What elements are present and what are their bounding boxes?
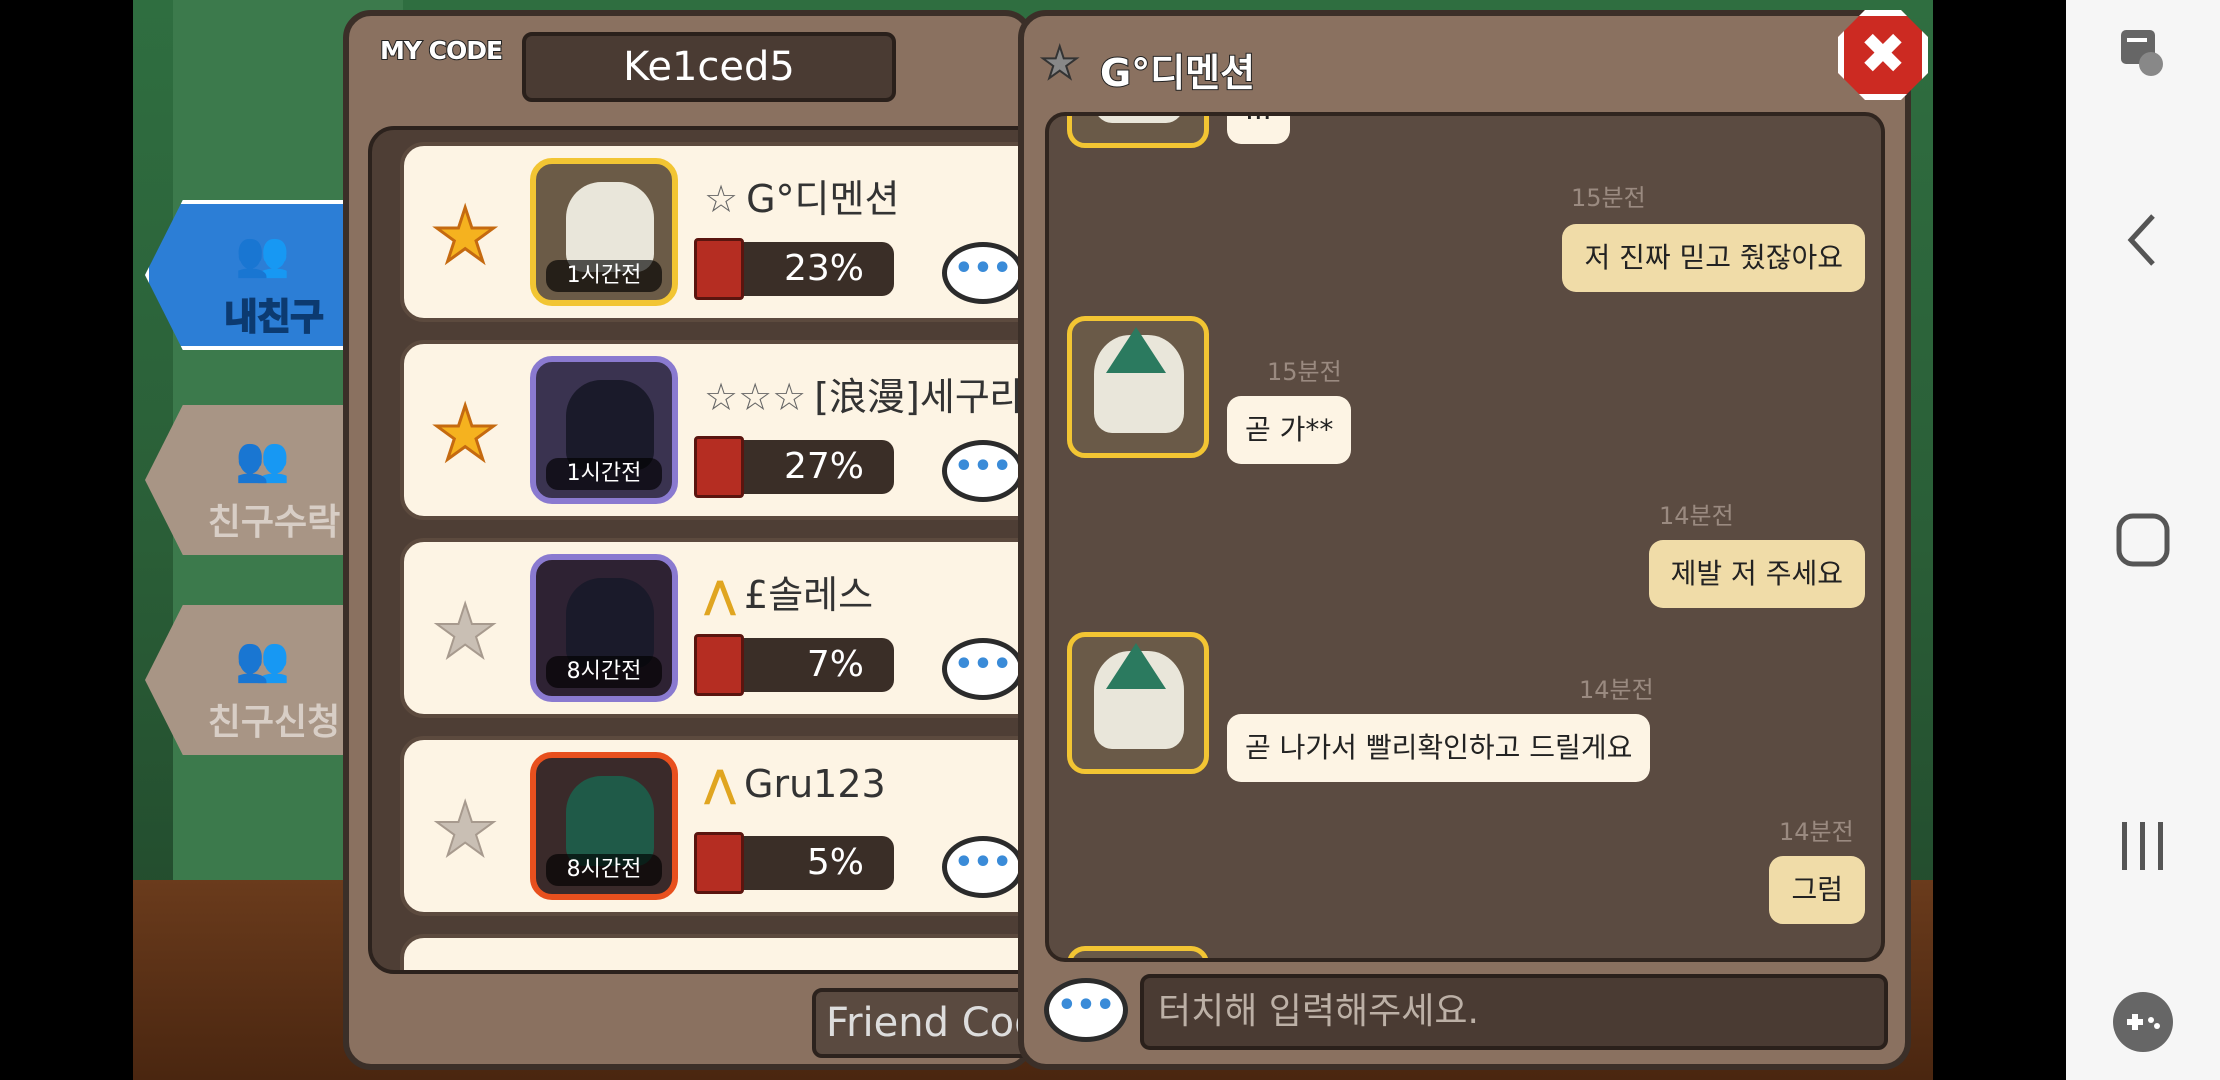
friend-name-text: G°디멘션 bbox=[746, 177, 900, 221]
message-bubble: ... bbox=[1227, 116, 1290, 144]
friend-name: ☆☆☆ [浪漫]세구라 bbox=[704, 366, 1025, 421]
friend-avatar[interactable]: 8시간전 bbox=[530, 554, 678, 702]
friend-avatar bbox=[1067, 316, 1209, 458]
friend-row[interactable]: ★ 1시간전 ☆☆☆ [浪漫]세구라 27% ••• bbox=[400, 340, 1044, 520]
message-time: 15분전 bbox=[1267, 358, 1342, 386]
people-icon: 👥 bbox=[235, 229, 290, 280]
message-time: 15분전 bbox=[1571, 184, 1646, 212]
friend-avatar[interactable]: 8시간전 bbox=[530, 752, 678, 900]
tab-label: 친구신청 bbox=[207, 702, 341, 743]
chat-bubble-icon[interactable]: ••• bbox=[942, 638, 1024, 700]
rank-star-icon: ☆☆☆ bbox=[704, 375, 807, 419]
progress-bar: 27% bbox=[694, 436, 894, 498]
book-icon bbox=[694, 634, 744, 696]
favorite-star-icon[interactable]: ★ bbox=[431, 789, 499, 871]
my-code-value[interactable]: Ke1ced5 bbox=[522, 32, 896, 102]
friend-avatar[interactable]: 1시간전 bbox=[530, 158, 678, 306]
chat-input[interactable]: 터치해 입력해주세요. bbox=[1140, 974, 1888, 1050]
people-icon: 👥 bbox=[235, 634, 290, 685]
friend-avatar bbox=[1067, 946, 1209, 958]
star-icon: ★ bbox=[1039, 37, 1080, 90]
game-tools-icon[interactable] bbox=[2066, 990, 2220, 1068]
friend-name-text: [浪漫]세구라 bbox=[814, 375, 1025, 419]
tab-friend-request[interactable]: 👥 친구신청 bbox=[145, 605, 355, 755]
message-bubble: 곧 나가서 빨리확인하고 드릴게요 bbox=[1227, 714, 1651, 782]
last-seen-label: 8시간전 bbox=[546, 854, 662, 886]
recents-icon[interactable] bbox=[2066, 818, 2220, 886]
favorite-star-icon[interactable]: ★ bbox=[430, 195, 499, 278]
friend-name-text: £솔레스 bbox=[744, 573, 874, 617]
friend-row[interactable] bbox=[400, 934, 1044, 970]
tab-label: 내친구 bbox=[223, 296, 324, 339]
screenshot-icon[interactable] bbox=[2066, 24, 2220, 98]
chat-bubble-icon[interactable]: ••• bbox=[1044, 978, 1128, 1042]
rank-star-icon: ☆ bbox=[704, 177, 739, 221]
rank-chevron-icon: ⋀ bbox=[704, 762, 737, 806]
message-time: 14분전 bbox=[1579, 676, 1654, 704]
chat-messages[interactable]: ... 15분전 저 진짜 믿고 줬잖아요 15분전 곧 가** 14분전 제발… bbox=[1045, 112, 1885, 962]
friend-avatar bbox=[1067, 632, 1209, 774]
book-icon bbox=[694, 832, 744, 894]
tab-my-friends[interactable]: 👥 내친구 bbox=[145, 200, 355, 350]
message-time: 14분전 bbox=[1779, 818, 1854, 846]
tab-label: 친구수락 bbox=[207, 502, 341, 543]
close-button[interactable]: ✖ bbox=[1838, 10, 1928, 100]
rank-chevron-icon: ⋀ bbox=[704, 573, 737, 617]
chat-bubble-icon[interactable]: ••• bbox=[942, 836, 1024, 898]
system-nav-bar bbox=[2066, 0, 2220, 1080]
last-seen-label: 1시간전 bbox=[546, 260, 662, 292]
progress-bar: 7% bbox=[694, 634, 894, 696]
book-icon bbox=[694, 238, 744, 300]
friend-row[interactable]: ★ 8시간전 ⋀ £솔레스 7% ••• bbox=[400, 538, 1044, 718]
progress-value: 23% bbox=[783, 248, 864, 289]
chat-bubble-icon[interactable]: ••• bbox=[942, 440, 1024, 502]
progress-bar: 23% bbox=[694, 238, 894, 300]
home-icon[interactable] bbox=[2066, 512, 2220, 582]
message-bubble: 곧 가** bbox=[1227, 396, 1352, 464]
friend-name-text: Gru123 bbox=[744, 762, 886, 806]
friend-name: ⋀ £솔레스 bbox=[704, 564, 873, 619]
friend-name: ☆ G°디멘션 bbox=[704, 168, 899, 223]
message-bubble: 그럼 bbox=[1769, 856, 1865, 924]
favorite-star-icon[interactable]: ★ bbox=[430, 393, 499, 476]
message-bubble: 저 진짜 믿고 줬잖아요 bbox=[1562, 224, 1865, 292]
friend-avatar[interactable]: 1시간전 bbox=[530, 356, 678, 504]
friend-name: ⋀ Gru123 bbox=[704, 762, 886, 806]
friend-row[interactable]: ★ 8시간전 ⋀ Gru123 5% ••• bbox=[400, 736, 1044, 916]
last-seen-label: 8시간전 bbox=[546, 656, 662, 688]
chat-title: G°디멘션 bbox=[1099, 50, 1256, 96]
progress-value: 27% bbox=[783, 446, 864, 487]
progress-value: 5% bbox=[806, 842, 864, 883]
back-icon[interactable] bbox=[2066, 210, 2220, 284]
book-icon bbox=[694, 436, 744, 498]
progress-value: 7% bbox=[806, 644, 864, 685]
people-icon: 👥 bbox=[235, 434, 290, 485]
friend-row[interactable]: ★ 1시간전 ☆ G°디멘션 23% ••• bbox=[400, 142, 1044, 322]
progress-bar: 5% bbox=[694, 832, 894, 894]
message-bubble: 제발 저 주세요 bbox=[1648, 540, 1865, 608]
chat-bubble-icon[interactable]: ••• bbox=[942, 242, 1024, 304]
tab-friend-accept[interactable]: 👥 친구수락 bbox=[145, 405, 355, 555]
message-time: 14분전 bbox=[1659, 502, 1734, 530]
friend-avatar bbox=[1067, 116, 1209, 148]
last-seen-label: 1시간전 bbox=[546, 458, 662, 490]
my-code-label: MY CODE bbox=[379, 35, 504, 66]
favorite-star-icon[interactable]: ★ bbox=[431, 591, 499, 673]
friend-list[interactable]: ★ 1시간전 ☆ G°디멘션 23% ••• ★ 1시간전 ☆☆☆ [浪漫]세구라 27% ••• ★ 8… bbox=[368, 126, 1048, 974]
